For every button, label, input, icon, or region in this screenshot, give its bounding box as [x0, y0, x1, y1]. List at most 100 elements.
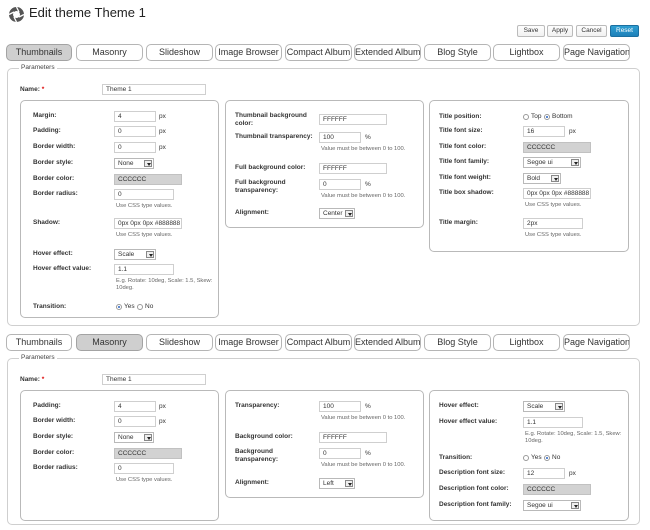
tab-extended-album[interactable]: Extended Album [354, 44, 421, 61]
tab-masonry[interactable]: Masonry [76, 334, 143, 351]
title-position-top-label: Top [531, 113, 542, 120]
margin-input[interactable]: 4 [114, 111, 156, 122]
border-width-unit: px [159, 144, 166, 151]
full-bg-color-input[interactable]: FFFFFF [319, 163, 387, 174]
full-bg-transparency-label: Full background transparency: [235, 179, 286, 194]
hover-effect-value-input[interactable]: 1.1 [114, 264, 174, 275]
tab-lightbox[interactable]: Lightbox [493, 334, 560, 351]
title-font-color-label: Title font color: [439, 143, 487, 150]
bg-color-input[interactable]: FFFFFF [319, 432, 387, 443]
desc-font-size-input[interactable]: 12 [523, 468, 565, 479]
chevron-down-icon [555, 403, 563, 410]
transparency-input[interactable]: 100 [319, 401, 361, 412]
alignment-select[interactable]: Center [319, 208, 355, 219]
border-color-label: Border color: [33, 175, 75, 182]
tab-page-navigation[interactable]: Page Navigation [563, 334, 630, 351]
title-margin-hint: Use CSS type values. [525, 232, 582, 238]
thumb-bg-color-label: Thumbnail background color: [235, 112, 307, 127]
border-color-label: Border color: [33, 449, 75, 456]
bg-transparency-unit: % [365, 450, 371, 457]
title-font-color-input[interactable]: CCCCCC [523, 142, 591, 153]
border-style-select[interactable]: None [114, 432, 154, 443]
cancel-button[interactable]: Cancel [576, 25, 607, 37]
shadow-hint: Use CSS type values. [116, 232, 173, 238]
border-style-label: Border style: [33, 159, 74, 166]
full-bg-transparency-input[interactable]: 0 [319, 179, 361, 190]
title-position-bottom-radio[interactable] [544, 114, 550, 120]
tab-extended-album[interactable]: Extended Album [354, 334, 421, 351]
border-width-input[interactable]: 0 [114, 142, 156, 153]
tab-compact-album[interactable]: Compact Album [285, 44, 352, 61]
thumbnails-background-group: Thumbnail background color: FFFFFF Thumb… [225, 100, 424, 228]
thumb-bg-color-input[interactable]: FFFFFF [319, 114, 387, 125]
thumbnails-border-group: Margin: 4 px Padding: 0 px Border width:… [20, 100, 219, 318]
tab-blog-style[interactable]: Blog Style [424, 334, 491, 351]
transition-no-radio[interactable] [544, 455, 550, 461]
hover-effect-value-label: Hover effect value: [33, 265, 92, 272]
desc-font-color-input[interactable]: CCCCCC [523, 484, 591, 495]
title-font-family-select[interactable]: Segoe ui [523, 157, 581, 168]
page-title: Edit theme Theme 1 [29, 5, 146, 20]
border-width-input[interactable]: 0 [114, 416, 156, 427]
tab-slideshow[interactable]: Slideshow [146, 334, 213, 351]
border-radius-input[interactable]: 0 [114, 189, 174, 200]
tab-blog-style[interactable]: Blog Style [424, 44, 491, 61]
theme-tabs-masonry-section: Thumbnails Masonry Slideshow Image Brows… [6, 334, 644, 351]
full-bg-transparency-hint: Value must be between 0 to 100. [321, 193, 406, 199]
name-input[interactable]: Theme 1 [102, 84, 206, 95]
shadow-input[interactable]: 0px 0px 0px #888888 [114, 218, 182, 229]
tab-lightbox[interactable]: Lightbox [493, 44, 560, 61]
title-position-top-radio[interactable] [523, 114, 529, 120]
border-color-input[interactable]: CCCCCC [114, 448, 182, 459]
padding-input[interactable]: 4 [114, 401, 156, 412]
bg-transparency-input[interactable]: 0 [319, 448, 361, 459]
chevron-down-icon [146, 251, 154, 258]
border-color-input[interactable]: CCCCCC [114, 174, 182, 185]
title-font-size-input[interactable]: 16 [523, 126, 565, 137]
padding-input[interactable]: 0 [114, 126, 156, 137]
name-input[interactable]: Theme 1 [102, 374, 206, 385]
border-radius-hint: Use CSS type values. [116, 203, 173, 209]
title-box-shadow-input[interactable]: 0px 0px 0px #888888 [523, 188, 591, 199]
tab-slideshow[interactable]: Slideshow [146, 44, 213, 61]
transition-yes-radio[interactable] [523, 455, 529, 461]
tab-page-navigation[interactable]: Page Navigation [563, 44, 630, 61]
border-width-label: Border width: [33, 417, 76, 424]
hover-effect-select[interactable]: Scale [114, 249, 156, 260]
save-button[interactable]: Save [517, 25, 545, 37]
reset-button[interactable]: Reset [610, 25, 639, 37]
desc-font-family-select[interactable]: Segoe ui [523, 500, 581, 511]
hover-effect-label: Hover effect: [439, 402, 479, 409]
parameters-legend: Parameters [19, 64, 57, 71]
title-margin-input[interactable]: 2px [523, 218, 583, 229]
padding-unit: px [159, 128, 166, 135]
thumbnails-parameters-panel: Parameters Name: * Theme 1 Margin: 4 px … [7, 64, 640, 326]
tab-thumbnails[interactable]: Thumbnails [6, 44, 72, 61]
tab-thumbnails[interactable]: Thumbnails [6, 334, 72, 351]
masonry-border-group: Padding: 4 px Border width: 0 px Border … [20, 390, 219, 521]
chevron-down-icon [345, 480, 353, 487]
alignment-select[interactable]: Left [319, 478, 355, 489]
title-font-weight-select[interactable]: Bold [523, 173, 561, 184]
desc-font-family-label: Description font family: [439, 501, 512, 508]
tab-masonry[interactable]: Masonry [76, 44, 143, 61]
desc-font-color-label: Description font color: [439, 485, 509, 492]
full-bg-color-label: Full background color: [235, 164, 306, 171]
border-radius-input[interactable]: 0 [114, 463, 174, 474]
border-style-select[interactable]: None [114, 158, 154, 169]
title-position-bottom-label: Bottom [552, 113, 573, 120]
desc-font-size-label: Description font size: [439, 469, 506, 476]
transparency-label: Transparency: [235, 402, 280, 409]
hover-effect-select[interactable]: Scale [523, 401, 565, 412]
tab-compact-album[interactable]: Compact Album [285, 334, 352, 351]
transition-no-radio[interactable] [137, 304, 143, 310]
tab-image-browser[interactable]: Image Browser [215, 44, 282, 61]
alignment-label: Alignment: [235, 479, 269, 486]
thumb-transparency-input[interactable]: 100 [319, 132, 361, 143]
hover-effect-value-input[interactable]: 1.1 [523, 417, 583, 428]
transition-yes-radio[interactable] [116, 304, 122, 310]
tab-image-browser[interactable]: Image Browser [215, 334, 282, 351]
padding-label: Padding: [33, 127, 61, 134]
apply-button[interactable]: Apply [547, 25, 573, 37]
hover-effect-value-label: Hover effect value: [439, 418, 498, 425]
